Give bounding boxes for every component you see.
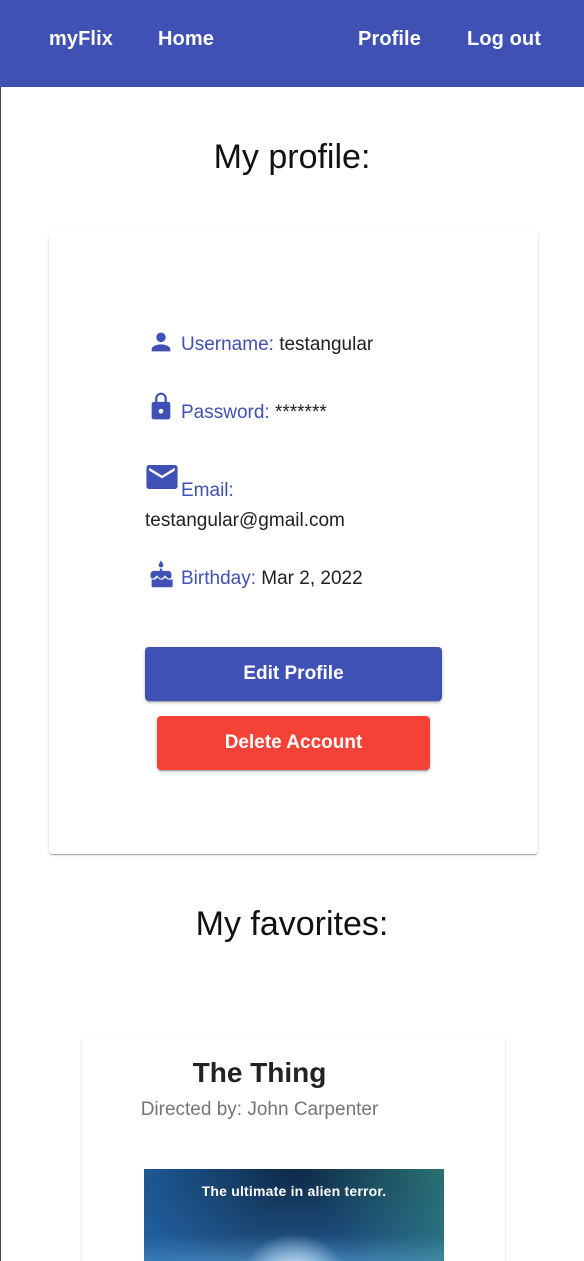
nav-profile-link[interactable]: Profile	[358, 28, 421, 51]
password-label: Password:	[181, 402, 270, 423]
poster-tagline: The ultimate in alien terror.	[201, 1183, 387, 1199]
profile-card: Username: testangular Password: ******* …	[49, 231, 538, 854]
birthday-value: Mar 2, 2022	[261, 568, 363, 589]
birthday-label: Birthday:	[181, 568, 256, 589]
nav-brand-link[interactable]: myFlix	[49, 28, 113, 51]
birthday-field: Birthday: Mar 2, 2022	[145, 560, 363, 594]
page-left-border	[0, 0, 1, 1261]
cake-icon	[147, 558, 175, 602]
profile-heading: My profile:	[213, 138, 371, 176]
password-value: *******	[274, 402, 327, 423]
movie-title: The Thing	[192, 1057, 327, 1088]
delete-account-button[interactable]: Delete Account	[157, 716, 430, 770]
lock-icon	[147, 389, 175, 433]
username-field: Username: testangular	[145, 330, 373, 360]
movie-poster[interactable]: The ultimate in alien terror.	[144, 1169, 444, 1261]
nav-logout-link[interactable]: Log out	[467, 28, 541, 51]
email-value: testangular@gmail.com	[145, 510, 345, 531]
email-field: Email: testangular@gmail.com	[145, 464, 425, 536]
username-label: Username:	[181, 334, 274, 355]
email-icon	[145, 462, 179, 502]
movie-card[interactable]: The Thing Directed by: John Carpenter Th…	[82, 1037, 505, 1261]
nav-home-link[interactable]: Home	[158, 28, 214, 51]
person-icon	[147, 328, 175, 366]
movie-director: Directed by: John Carpenter	[140, 1099, 379, 1120]
favorites-heading: My favorites:	[195, 905, 389, 943]
edit-profile-button[interactable]: Edit Profile	[145, 647, 442, 701]
top-toolbar: myFlix Home Profile Log out	[0, 0, 584, 87]
password-field: Password: *******	[145, 392, 327, 428]
username-value: testangular	[279, 334, 374, 355]
email-label: Email:	[181, 480, 234, 501]
